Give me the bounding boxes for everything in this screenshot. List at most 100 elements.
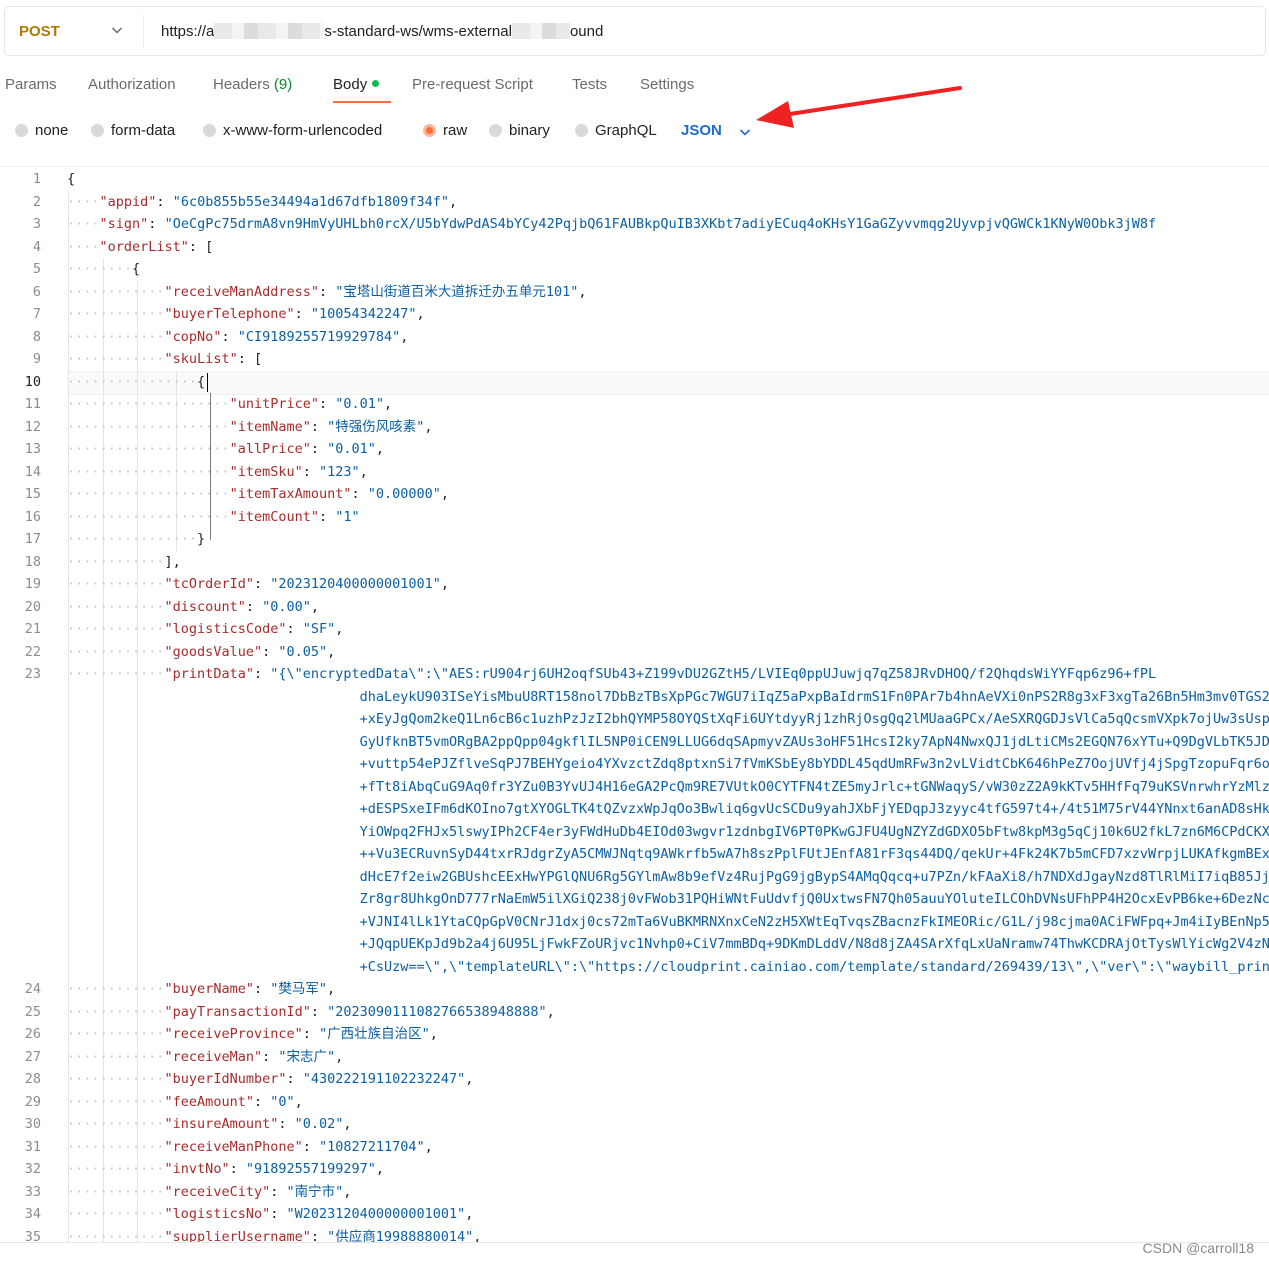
json-punct: : <box>302 1138 319 1155</box>
json-punct: , <box>343 1116 352 1132</box>
json-punct: , <box>465 1071 474 1087</box>
line-number: 24 <box>24 981 41 997</box>
json-punct: , <box>359 463 368 480</box>
json-punct: , <box>310 598 320 615</box>
code-line: ············"receiveManPhone": "10827211… <box>67 1136 433 1159</box>
whitespace-dots: ···· <box>67 193 100 210</box>
json-value: "6c0b855b55e34494a1d67dfb1809f34f" <box>172 193 450 210</box>
json-punct: , <box>424 418 433 435</box>
line-number: 1 <box>32 171 41 187</box>
code-line: ····"orderList": [ <box>67 236 213 259</box>
line-number: 32 <box>24 1161 41 1177</box>
json-key: "itemCount" <box>229 508 319 525</box>
json-punct: : <box>262 643 279 660</box>
whitespace-dots: ············ <box>67 981 165 997</box>
json-key: "itemSku" <box>229 463 303 480</box>
whitespace-dots: ············ <box>67 1048 165 1065</box>
json-key: "invtNo" <box>164 1161 230 1177</box>
whitespace-dots: ················ <box>67 373 198 390</box>
whitespace-dots: ············ <box>67 553 165 570</box>
json-punct: : <box>253 576 271 592</box>
json-value: Zr8gr8UhkgOnD777rNaEmW5ilXGiQ238j0vFWob3… <box>359 891 1269 907</box>
code-line: ············"printData": "{\"encryptedDa… <box>67 663 1156 686</box>
json-value: +VJNI4lLk1YtaCQpGpV0CNrJ1dxj0cs72mTa6VuB… <box>359 913 1269 930</box>
json-value: "2023090111082766538948888" <box>327 1003 547 1020</box>
json-punct: : <box>302 463 319 480</box>
json-key: "discount" <box>164 598 246 615</box>
json-key: "orderList" <box>99 238 189 255</box>
code-line: ····················"itemName": "特强伤风咳素"… <box>67 416 433 439</box>
line-number: 29 <box>24 1093 41 1110</box>
line-number: 27 <box>24 1048 41 1065</box>
json-punct: , <box>335 1048 344 1065</box>
code-line: +CsUzw==\",\"templateURL\":\"https://clo… <box>67 956 1269 979</box>
line-number: 7 <box>32 306 41 322</box>
json-value: "樊马军" <box>270 981 327 997</box>
code-line: ················{ <box>67 371 205 394</box>
line-number <box>0 866 41 889</box>
json-value: +dESPSxeIFm6dKOIno7gtXYOGLTK4tQZvzxWpJqO… <box>359 801 1269 817</box>
code-line: ····"sign": "OeCgPc75drmA8vn9HmVyUHLbh0r… <box>67 213 1156 236</box>
json-punct: { <box>67 171 76 187</box>
json-punct: : <box>310 1228 328 1243</box>
line-number <box>0 686 41 709</box>
json-punct: , <box>440 576 450 592</box>
line-number <box>0 731 41 754</box>
whitespace-dots: ············ <box>67 1026 165 1042</box>
code-line: ············"buyerTelephone": "100543422… <box>67 303 425 326</box>
code-line: ············], <box>67 551 181 574</box>
code-line: ············"buyerIdNumber": "4302221911… <box>67 1068 473 1091</box>
json-key: "goodsValue" <box>164 643 263 660</box>
whitespace-dots: ············ <box>67 1206 165 1222</box>
json-value: "10054342247" <box>310 306 417 322</box>
json-value: dHcE7f2eiw2GBUshcEExHwYPGlQNU6Rg5GYlmAw8… <box>359 868 1269 885</box>
whitespace-dots: ············ <box>67 598 165 615</box>
json-value: "0.02" <box>294 1116 344 1132</box>
json-punct: : <box>156 193 173 210</box>
json-punct: , <box>343 1183 352 1200</box>
json-value: "宝塔山街道百米大道拆迁办五单元101" <box>335 283 579 300</box>
whitespace-dots: ············ <box>67 1161 165 1177</box>
json-punct: , <box>326 981 336 997</box>
json-punct: , <box>546 1003 555 1020</box>
editor-top-divider <box>0 166 1269 167</box>
line-number <box>0 843 41 866</box>
line-number: 35 <box>24 1228 41 1243</box>
whitespace-dots: ············ <box>67 306 165 322</box>
json-body-editor[interactable]: 1 2 3 4 5 6 7 8 9 10 11 12 13 14 15 16 17 18 19 20 21 22 23 24 2… <box>0 168 1269 1242</box>
json-key: "receiveCity" <box>164 1183 271 1200</box>
line-number: 28 <box>24 1071 41 1087</box>
wrap-indent <box>67 891 360 907</box>
code-line: Zr8gr8UhkgOnD777rNaEmW5ilXGiQ238j0vFWob3… <box>67 888 1269 911</box>
line-number <box>0 888 41 911</box>
json-punct: : <box>294 306 311 322</box>
line-number: 31 <box>24 1138 41 1155</box>
json-value: "1" <box>335 508 360 525</box>
code-line: ············"receiveProvince": "广西壮族自治区"… <box>67 1023 438 1046</box>
line-number: 14 <box>24 463 41 480</box>
json-value: "0.01" <box>327 441 376 457</box>
json-value: "0.05" <box>278 643 328 660</box>
json-value: +vuttp54ePJZflveSqPJ7BEHYgeio4YXvzctZdq8… <box>359 756 1269 772</box>
json-value: +JQqpUEKpJd9b2a4j6U95LjFwkFZoURjvc1Nvhp0… <box>359 936 1269 952</box>
json-value: "供应商19988880014" <box>327 1228 474 1243</box>
json-value: "430222191102232247" <box>302 1071 466 1087</box>
json-key: "receiveManAddress" <box>164 283 319 300</box>
line-number: 15 <box>24 486 41 502</box>
code-line: ····················"itemCount": "1" <box>67 506 360 529</box>
line-number: 20 <box>24 598 41 615</box>
code-line: ················} <box>67 528 205 551</box>
json-value: dhaLeykU903ISeYisMbuU8RT158nol7DbBzTBsXp… <box>359 688 1269 705</box>
json-key: "receiveMan" <box>164 1048 263 1065</box>
json-punct: : <box>286 1071 303 1087</box>
line-number: 34 <box>24 1206 41 1222</box>
json-value: "123" <box>318 463 360 480</box>
json-key: "logisticsNo" <box>164 1206 271 1222</box>
json-punct: : [ <box>237 351 263 367</box>
whitespace-dots: ···················· <box>67 441 230 457</box>
whitespace-dots: ···················· <box>67 463 230 480</box>
code-line: ····"appid": "6c0b855b55e34494a1d67dfb18… <box>67 191 457 214</box>
json-value: "0" <box>270 1093 295 1110</box>
whitespace-dots: ············ <box>67 1138 165 1155</box>
text-cursor <box>206 372 209 392</box>
